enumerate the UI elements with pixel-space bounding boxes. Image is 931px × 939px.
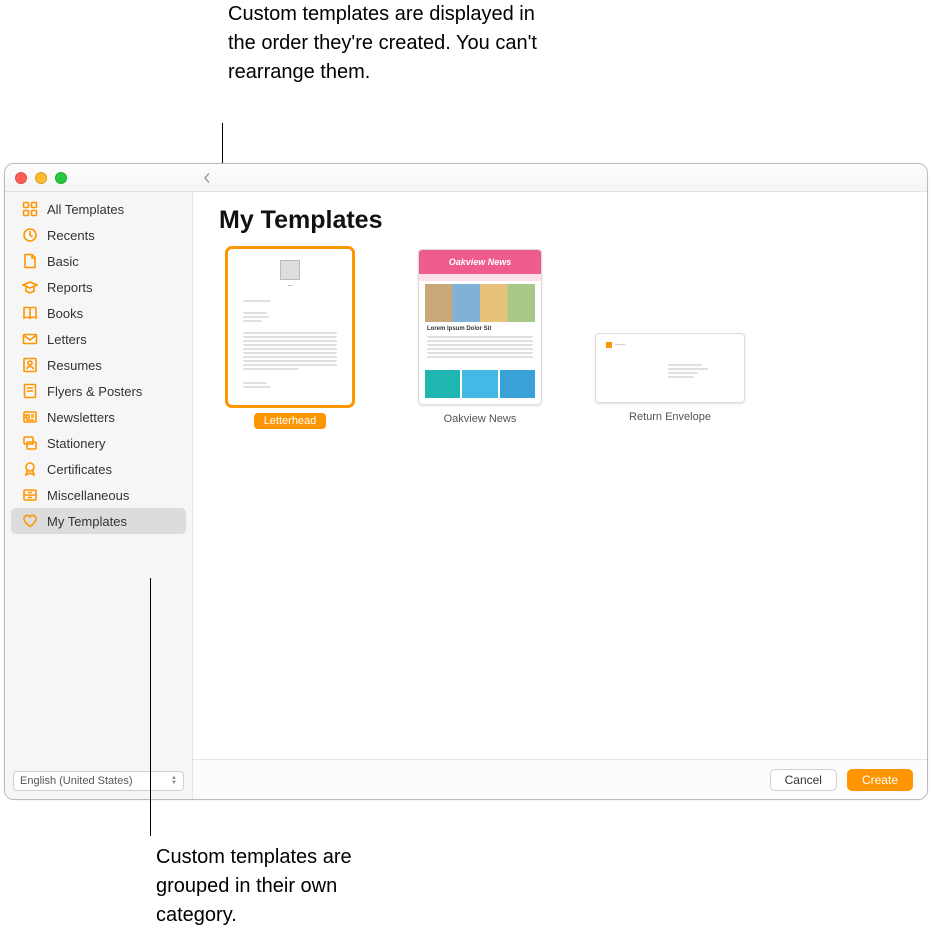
template-tile-return-envelope[interactable]: —— Return Envelope	[595, 249, 745, 423]
template-tile-label: Return Envelope	[629, 411, 711, 423]
zoom-window-button[interactable]	[55, 172, 67, 184]
sidebar-item-label: Flyers & Posters	[47, 384, 142, 399]
sidebar-item-label: Letters	[47, 332, 87, 347]
language-selector[interactable]: English (United States) ▲▼	[13, 771, 184, 791]
template-thumbnail: —	[228, 249, 352, 405]
sidebar-item-stationery[interactable]: Stationery	[11, 430, 186, 456]
thumbnail-subtitle-text: Lorem Ipsum Dolor Sit	[427, 326, 491, 332]
thumbnail-banner-text: Oakview News	[419, 250, 541, 274]
content-header: My Templates	[193, 192, 927, 241]
sidebar-item-reports[interactable]: Reports	[11, 274, 186, 300]
sidebar-item-resumes[interactable]: Resumes	[11, 352, 186, 378]
chevron-updown-icon: ▲▼	[171, 776, 177, 786]
template-tile-label: Letterhead	[254, 413, 327, 429]
minimize-window-button[interactable]	[35, 172, 47, 184]
close-window-button[interactable]	[15, 172, 27, 184]
template-tile-oakview-news[interactable]: Oakview News Lorem Ipsum Dolor Sit Oakvi…	[405, 249, 555, 425]
traffic-lights	[15, 172, 67, 184]
sidebar-item-label: Basic	[47, 254, 79, 269]
page-icon	[21, 252, 39, 270]
sidebar-item-label: Recents	[47, 228, 95, 243]
sidebar-item-label: Certificates	[47, 462, 112, 477]
sidebar-item-label: All Templates	[47, 202, 124, 217]
clock-icon	[21, 226, 39, 244]
sidebar-item-label: Books	[47, 306, 83, 321]
callout-text-top: Custom templates are displayed in the or…	[228, 0, 538, 87]
mail-icon	[21, 330, 39, 348]
sidebar-item-my-templates[interactable]: My Templates	[11, 508, 186, 534]
template-tile-label: Oakview News	[444, 413, 517, 425]
sidebar-item-label: Reports	[47, 280, 93, 295]
sidebar-toggle-button[interactable]	[197, 168, 217, 188]
create-button[interactable]: Create	[847, 769, 913, 791]
sidebar-item-label: My Templates	[47, 514, 127, 529]
person-icon	[21, 356, 39, 374]
sidebar: All Templates Recents Basic Reports	[5, 192, 193, 799]
template-thumbnail: ——	[595, 333, 745, 403]
poster-icon	[21, 382, 39, 400]
sidebar-item-label: Miscellaneous	[47, 488, 129, 503]
sidebar-item-newsletters[interactable]: Newsletters	[11, 404, 186, 430]
sidebar-item-basic[interactable]: Basic	[11, 248, 186, 274]
template-chooser-window: All Templates Recents Basic Reports	[4, 163, 928, 800]
template-grid: —	[193, 241, 927, 759]
callout-line-bottom	[150, 578, 151, 836]
card-icon	[21, 434, 39, 452]
template-tile-letterhead[interactable]: —	[215, 249, 365, 429]
ribbon-icon	[21, 460, 39, 478]
callout-text-bottom: Custom templates are grouped in their ow…	[156, 843, 416, 930]
sidebar-item-label: Newsletters	[47, 410, 115, 425]
chevron-left-icon	[202, 173, 212, 183]
language-selector-label: English (United States)	[20, 775, 133, 787]
sidebar-item-flyers-posters[interactable]: Flyers & Posters	[11, 378, 186, 404]
sidebar-item-label: Stationery	[47, 436, 106, 451]
template-thumbnail: Oakview News Lorem Ipsum Dolor Sit	[418, 249, 542, 405]
sidebar-item-letters[interactable]: Letters	[11, 326, 186, 352]
sidebar-category-list: All Templates Recents Basic Reports	[5, 192, 192, 765]
drawer-icon	[21, 486, 39, 504]
school-icon	[21, 278, 39, 296]
sidebar-item-label: Resumes	[47, 358, 102, 373]
sidebar-item-miscellaneous[interactable]: Miscellaneous	[11, 482, 186, 508]
grid-icon	[21, 200, 39, 218]
book-icon	[21, 304, 39, 322]
news-icon	[21, 408, 39, 426]
heart-icon	[21, 512, 39, 530]
sidebar-item-certificates[interactable]: Certificates	[11, 456, 186, 482]
sidebar-item-books[interactable]: Books	[11, 300, 186, 326]
footer-bar: Cancel Create	[193, 759, 927, 799]
sidebar-item-recents[interactable]: Recents	[11, 222, 186, 248]
sidebar-item-all-templates[interactable]: All Templates	[11, 196, 186, 222]
content-area: My Templates —	[193, 192, 927, 799]
window-titlebar	[5, 164, 927, 192]
cancel-button[interactable]: Cancel	[770, 769, 837, 791]
